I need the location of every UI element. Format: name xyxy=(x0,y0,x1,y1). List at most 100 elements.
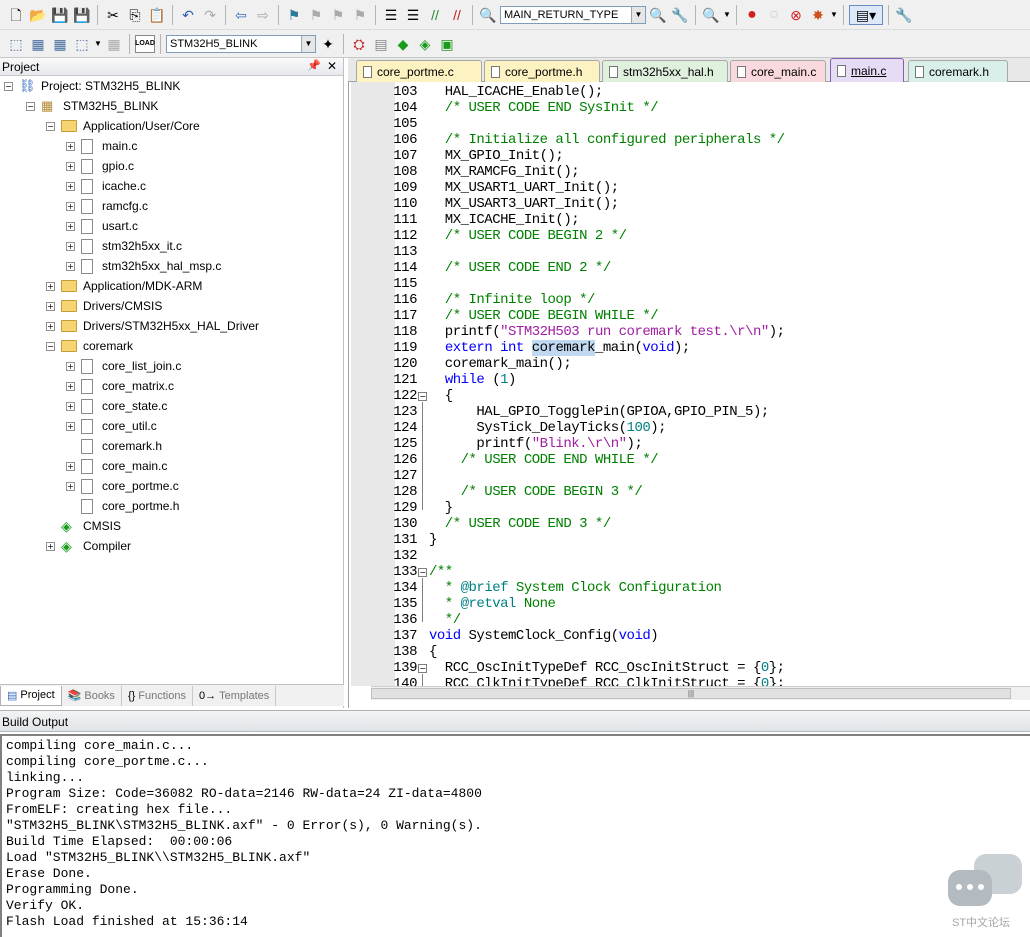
tree-node-file[interactable]: + main.c xyxy=(66,136,137,156)
bookmark-next-icon[interactable]: ⚑ xyxy=(328,5,348,25)
unindent-icon[interactable]: ☰ xyxy=(403,5,423,25)
expand-icon[interactable]: + xyxy=(66,421,75,431)
save-icon[interactable]: 💾 xyxy=(50,5,70,25)
redo-icon[interactable]: ↷ xyxy=(200,5,220,25)
tree-node-file[interactable]: + gpio.c xyxy=(66,156,134,176)
tree-node-group[interactable]: + Drivers/STM32H5xx_HAL_Driver xyxy=(46,316,259,336)
nav-forward-icon[interactable]: ⇨ xyxy=(253,5,273,25)
expand-icon[interactable]: + xyxy=(46,541,55,551)
chevron-down-icon[interactable]: ▼ xyxy=(94,34,102,54)
chevron-down-icon[interactable]: ▼ xyxy=(631,6,645,23)
expand-icon[interactable]: + xyxy=(66,161,75,171)
chevron-down-icon[interactable]: ▼ xyxy=(830,5,838,25)
collapse-icon[interactable]: − xyxy=(46,341,55,351)
chevron-down-icon[interactable]: ▼ xyxy=(723,5,731,25)
expand-icon[interactable]: + xyxy=(66,261,75,271)
expand-icon[interactable]: + xyxy=(66,361,75,371)
expand-icon[interactable]: + xyxy=(66,141,75,151)
file-extensions-icon[interactable]: ▤ xyxy=(371,34,391,54)
tree-node-file[interactable]: + core_util.c xyxy=(66,416,157,436)
editor-tab-active[interactable]: main.c xyxy=(830,58,904,82)
tree-node-group[interactable]: + Drivers/CMSIS xyxy=(46,296,162,316)
expand-icon[interactable]: + xyxy=(66,381,75,391)
window-layout-icon[interactable]: ▤▾ xyxy=(849,4,883,25)
editor-tab[interactable]: core_portme.h xyxy=(484,60,600,82)
pack-installer-icon[interactable]: ▣ xyxy=(437,34,457,54)
undo-icon[interactable]: ↶ xyxy=(178,5,198,25)
bookmark-prev-icon[interactable]: ⚑ xyxy=(306,5,326,25)
expand-icon[interactable]: + xyxy=(66,461,75,471)
code-editor[interactable]: − − − HAL_ICACHE_Enable(); /* USER CODE … xyxy=(348,82,1030,708)
open-folder-icon[interactable]: 📂 xyxy=(28,5,48,25)
tree-node-file[interactable]: + core_matrix.c xyxy=(66,376,174,396)
copy-icon[interactable]: ⎘ xyxy=(125,5,145,25)
collapse-icon[interactable]: − xyxy=(4,81,13,91)
debug-session-icon[interactable]: 🔍 xyxy=(701,5,721,25)
tree-node-group[interactable]: + Application/MDK-ARM xyxy=(46,276,202,296)
expand-icon[interactable]: + xyxy=(46,281,55,291)
editor-tab[interactable]: coremark.h xyxy=(908,60,1008,82)
collapse-icon[interactable]: − xyxy=(46,121,55,131)
tree-node-file[interactable]: + core_list_join.c xyxy=(66,356,181,376)
select-software-packs-icon[interactable]: ◈ xyxy=(415,34,435,54)
new-file-icon[interactable]: 🗋 xyxy=(6,5,26,25)
find-in-files-icon[interactable]: 🔍 xyxy=(478,5,498,25)
tab-books[interactable]: 📚 Books xyxy=(62,685,122,706)
translate-icon[interactable]: ⬚ xyxy=(6,34,26,54)
editor-tab[interactable]: core_main.c xyxy=(730,60,826,82)
tree-node-file[interactable]: + ramcfg.c xyxy=(66,196,148,216)
editor-tab[interactable]: stm32h5xx_hal.h xyxy=(602,60,728,82)
tree-node-group[interactable]: − Application/User/Core xyxy=(46,116,200,136)
tab-functions[interactable]: {} Functions xyxy=(122,685,193,706)
expand-icon[interactable]: + xyxy=(46,301,55,311)
target-options-icon[interactable]: ✦ xyxy=(318,34,338,54)
tree-node-file[interactable]: + core_portme.c xyxy=(66,476,179,496)
tree-node-file[interactable]: + core_state.c xyxy=(66,396,167,416)
tree-node-file[interactable]: + stm32h5xx_hal_msp.c xyxy=(66,256,221,276)
tree-node-component[interactable]: + ◈ Compiler xyxy=(46,536,131,556)
uncomment-icon[interactable]: // xyxy=(447,5,467,25)
build-icon[interactable]: ▦ xyxy=(28,34,48,54)
expand-icon[interactable]: + xyxy=(46,321,55,331)
target-select[interactable]: STM32H5_BLINK ▼ xyxy=(166,34,316,53)
tree-node-file[interactable]: + core_main.c xyxy=(66,456,167,476)
tree-node-group[interactable]: − coremark xyxy=(46,336,133,356)
bookmark-clear-icon[interactable]: ⚑ xyxy=(350,5,370,25)
horizontal-scrollbar[interactable]: ||| xyxy=(371,686,1030,700)
scrollbar-thumb[interactable]: ||| xyxy=(371,688,1011,699)
tab-templates[interactable]: 0→ Templates xyxy=(193,685,277,706)
paste-icon[interactable]: 📋 xyxy=(147,5,167,25)
enable-breakpoint-icon[interactable]: ○ xyxy=(764,5,784,25)
manage-rte-icon[interactable]: ◆ xyxy=(393,34,413,54)
expand-icon[interactable]: + xyxy=(66,241,75,251)
incremental-find-icon[interactable]: 🔧 xyxy=(670,5,690,25)
tree-node-root[interactable]: − ⛓ Project: STM32H5_BLINK xyxy=(4,76,180,96)
tree-node-file[interactable]: + usart.c xyxy=(66,216,138,236)
find-combo[interactable]: MAIN_RETURN_TYPE ▼ xyxy=(500,5,646,24)
load-icon[interactable]: LOAD xyxy=(135,34,155,53)
close-icon[interactable]: ✕ xyxy=(327,59,337,73)
insert-breakpoint-icon[interactable]: ● xyxy=(742,5,762,25)
comment-icon[interactable]: // xyxy=(425,5,445,25)
tree-node-target[interactable]: − ▦ STM32H5_BLINK xyxy=(26,96,158,116)
build-output-panel[interactable]: compiling core_main.c... compiling core_p… xyxy=(0,734,1030,937)
stop-build-icon[interactable]: ▦ xyxy=(104,34,124,54)
fold-toggle-icon[interactable]: − xyxy=(418,568,427,577)
batch-build-icon[interactable]: ⬚ xyxy=(72,34,92,54)
tree-node-file[interactable]: coremark.h xyxy=(66,436,162,456)
chevron-down-icon[interactable]: ▼ xyxy=(301,35,315,52)
bookmark-toggle-icon[interactable]: ⚑ xyxy=(284,5,304,25)
expand-icon[interactable]: + xyxy=(66,201,75,211)
tab-project[interactable]: ▤ Project xyxy=(0,685,62,706)
tree-node-file[interactable]: core_portme.h xyxy=(66,496,179,516)
editor-tab[interactable]: core_portme.c xyxy=(356,60,482,82)
cut-icon[interactable]: ✂ xyxy=(103,5,123,25)
code-area[interactable]: − − − HAL_ICACHE_Enable(); /* USER CODE … xyxy=(349,82,1030,686)
expand-icon[interactable]: + xyxy=(66,481,75,491)
collapse-icon[interactable]: − xyxy=(26,101,35,111)
disable-breakpoints-icon[interactable]: ⊗ xyxy=(786,5,806,25)
rebuild-icon[interactable]: ▦ xyxy=(50,34,70,54)
find-icon[interactable]: 🔍 xyxy=(648,5,668,25)
pin-icon[interactable]: 📌 xyxy=(307,59,321,72)
expand-icon[interactable]: + xyxy=(66,401,75,411)
